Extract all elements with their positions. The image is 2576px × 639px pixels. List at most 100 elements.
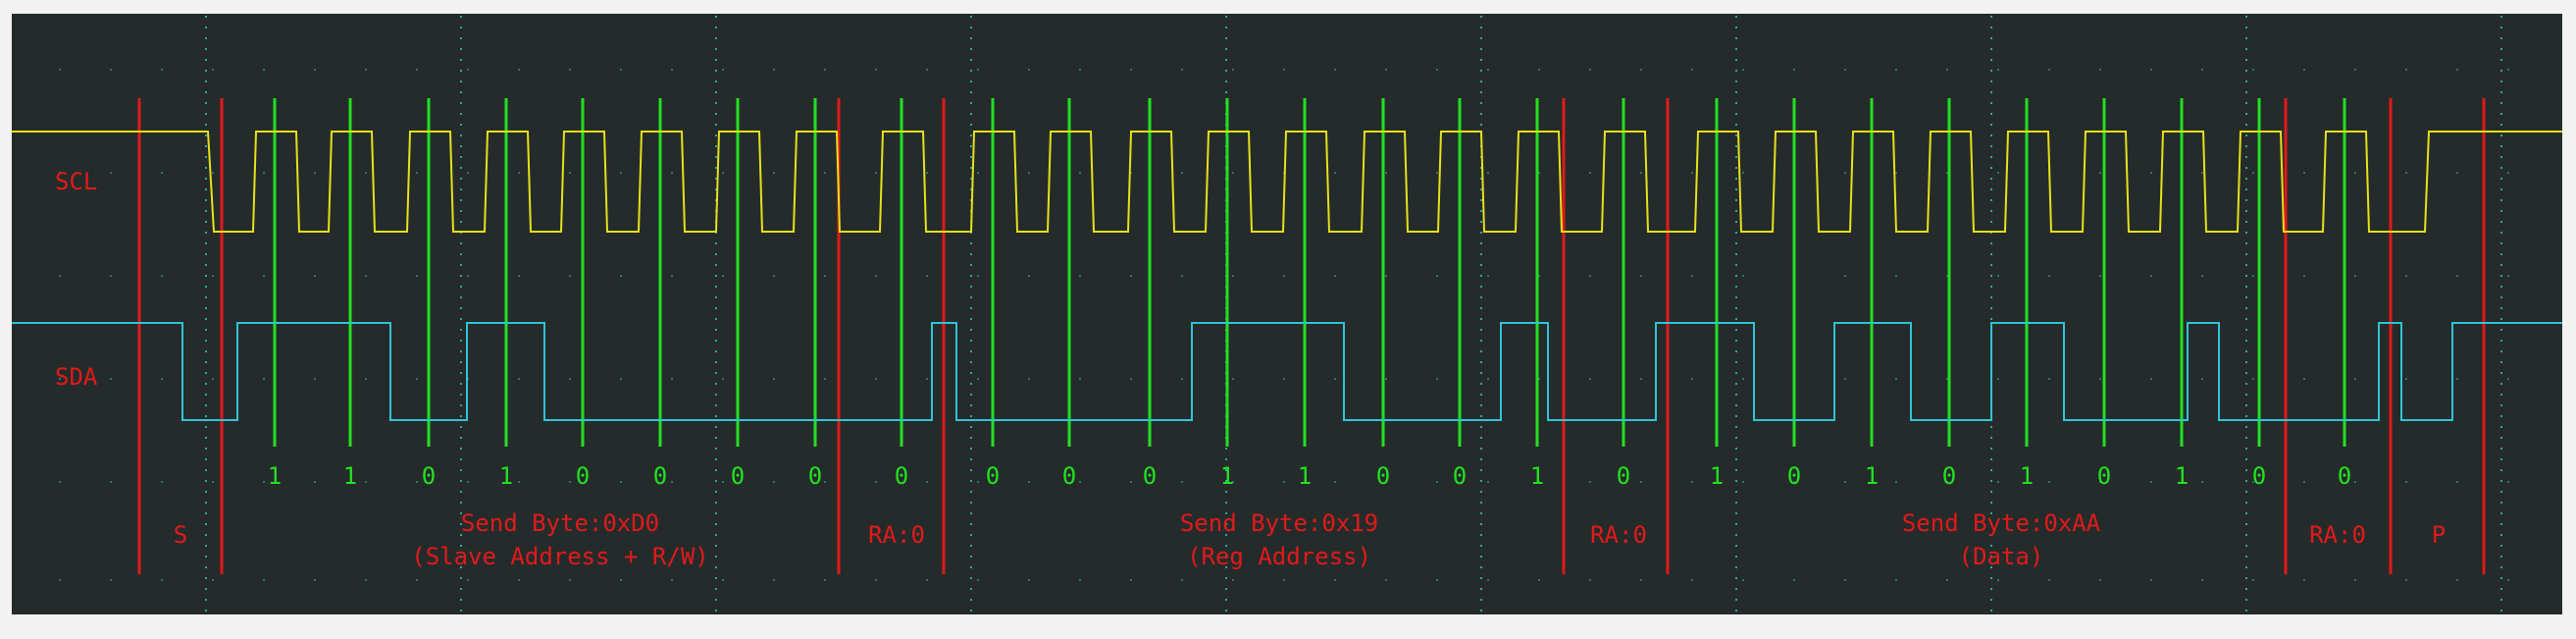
grid-dot (365, 275, 367, 277)
grid-dot (1283, 481, 1285, 483)
grid-dot (1640, 378, 1642, 380)
channel-label-scl: SCL (55, 168, 97, 195)
grid-dot (2354, 69, 2356, 71)
grid-dot (1028, 69, 1030, 71)
grid-dot (110, 69, 112, 71)
grid-dot (1691, 481, 1693, 483)
grid-dot (1589, 275, 1591, 277)
grid-dot (1079, 378, 1081, 380)
grid-dot (467, 481, 469, 483)
start-condition-label: S (174, 521, 187, 549)
grid-dot (2303, 579, 2305, 581)
grid-dot (1028, 275, 1030, 277)
grid-dot (263, 579, 265, 581)
grid-dot (1181, 172, 1183, 174)
grid-dot (569, 481, 571, 483)
grid-dot (1334, 579, 1336, 581)
grid-dot (1742, 172, 1744, 174)
grid-dot (2405, 378, 2407, 380)
oscilloscope-display: SCL SDA 1 1 0 1 0 0 0 0 0 0 0 0 1 1 0 0 1 0 1 0 1 0 1 0 1 0 0 S Se… (12, 14, 2562, 614)
grid-dot (1844, 172, 1846, 174)
grid-dot (59, 69, 61, 71)
grid-dot (314, 275, 316, 277)
bit-value-label: 0 (1062, 462, 1076, 490)
bit-value-label: 0 (1143, 462, 1157, 490)
grid-dot (1895, 172, 1897, 174)
grid-dot (977, 172, 979, 174)
bit-value-label: 0 (2252, 462, 2266, 490)
grid-dot (1232, 579, 1234, 581)
grid-dot (2405, 69, 2407, 71)
byte2-title: Send Byte:0x19 (1180, 509, 1378, 537)
grid-dot (1130, 275, 1132, 277)
bit-value-label: 0 (1617, 462, 1630, 490)
grid-dot (671, 579, 673, 581)
grid-dot (2507, 579, 2509, 581)
grid-dot (1334, 378, 1336, 380)
grid-dot (2150, 275, 2152, 277)
grid-dot (1436, 172, 1438, 174)
grid-dot (1283, 275, 1285, 277)
grid-dot (1283, 579, 1285, 581)
grid-dot (518, 172, 520, 174)
grid-dot (263, 172, 265, 174)
grid-dot (722, 275, 724, 277)
byte3-subtitle: (Data) (1959, 543, 2044, 570)
ack1-label: RA:0 (868, 521, 925, 549)
grid-dot (1487, 579, 1489, 581)
grid-dot (2456, 579, 2458, 581)
grid-dot (1691, 172, 1693, 174)
grid-dot (2507, 378, 2509, 380)
grid-dot (467, 172, 469, 174)
grid-dot (2507, 481, 2509, 483)
bit-value-label: 0 (1942, 462, 1956, 490)
grid-dot (773, 275, 775, 277)
grid-dot (416, 579, 418, 581)
grid-dot (926, 69, 928, 71)
grid-dot (1589, 69, 1591, 71)
grid-dot (1895, 579, 1897, 581)
grid-dot (2507, 275, 2509, 277)
stop-condition-label: P (2432, 521, 2446, 549)
grid-dot (2507, 69, 2509, 71)
grid-dot (2150, 172, 2152, 174)
grid-dot (212, 378, 214, 380)
grid-dot (620, 69, 622, 71)
grid-dot (161, 275, 163, 277)
grid-dot (2354, 579, 2356, 581)
grid-dot (1487, 275, 1489, 277)
grid-dot (2456, 275, 2458, 277)
grid-dot (365, 172, 367, 174)
grid-dot (1487, 481, 1489, 483)
grid-dot (569, 275, 571, 277)
grid-dot (110, 378, 112, 380)
grid-dot (365, 579, 367, 581)
grid-dot (1640, 69, 1642, 71)
grid-dot (110, 172, 112, 174)
grid-dot (416, 69, 418, 71)
grid-dot (1589, 172, 1591, 174)
grid-dot (569, 378, 571, 380)
grid-dot (875, 69, 877, 71)
grid-dot (1589, 378, 1591, 380)
grid-dot (2201, 378, 2203, 380)
grid-dot (1742, 378, 1744, 380)
grid-dot (1334, 275, 1336, 277)
grid-dot (1640, 579, 1642, 581)
grid-dot (977, 69, 979, 71)
grid-dot (620, 378, 622, 380)
grid-dot (2099, 69, 2101, 71)
grid-dot (1640, 172, 1642, 174)
grid-dot (161, 481, 163, 483)
grid-dot (1946, 579, 1948, 581)
grid-dot (2456, 481, 2458, 483)
grid-dot (2201, 275, 2203, 277)
grid-dot (1538, 69, 1540, 71)
ack3-label: RA:0 (2309, 521, 2366, 549)
grid-dot (1436, 481, 1438, 483)
bit-value-label: 1 (1710, 462, 1724, 490)
grid-dot (263, 275, 265, 277)
grid-dot (875, 172, 877, 174)
grid-dot (2303, 481, 2305, 483)
grid-dot (1385, 275, 1387, 277)
